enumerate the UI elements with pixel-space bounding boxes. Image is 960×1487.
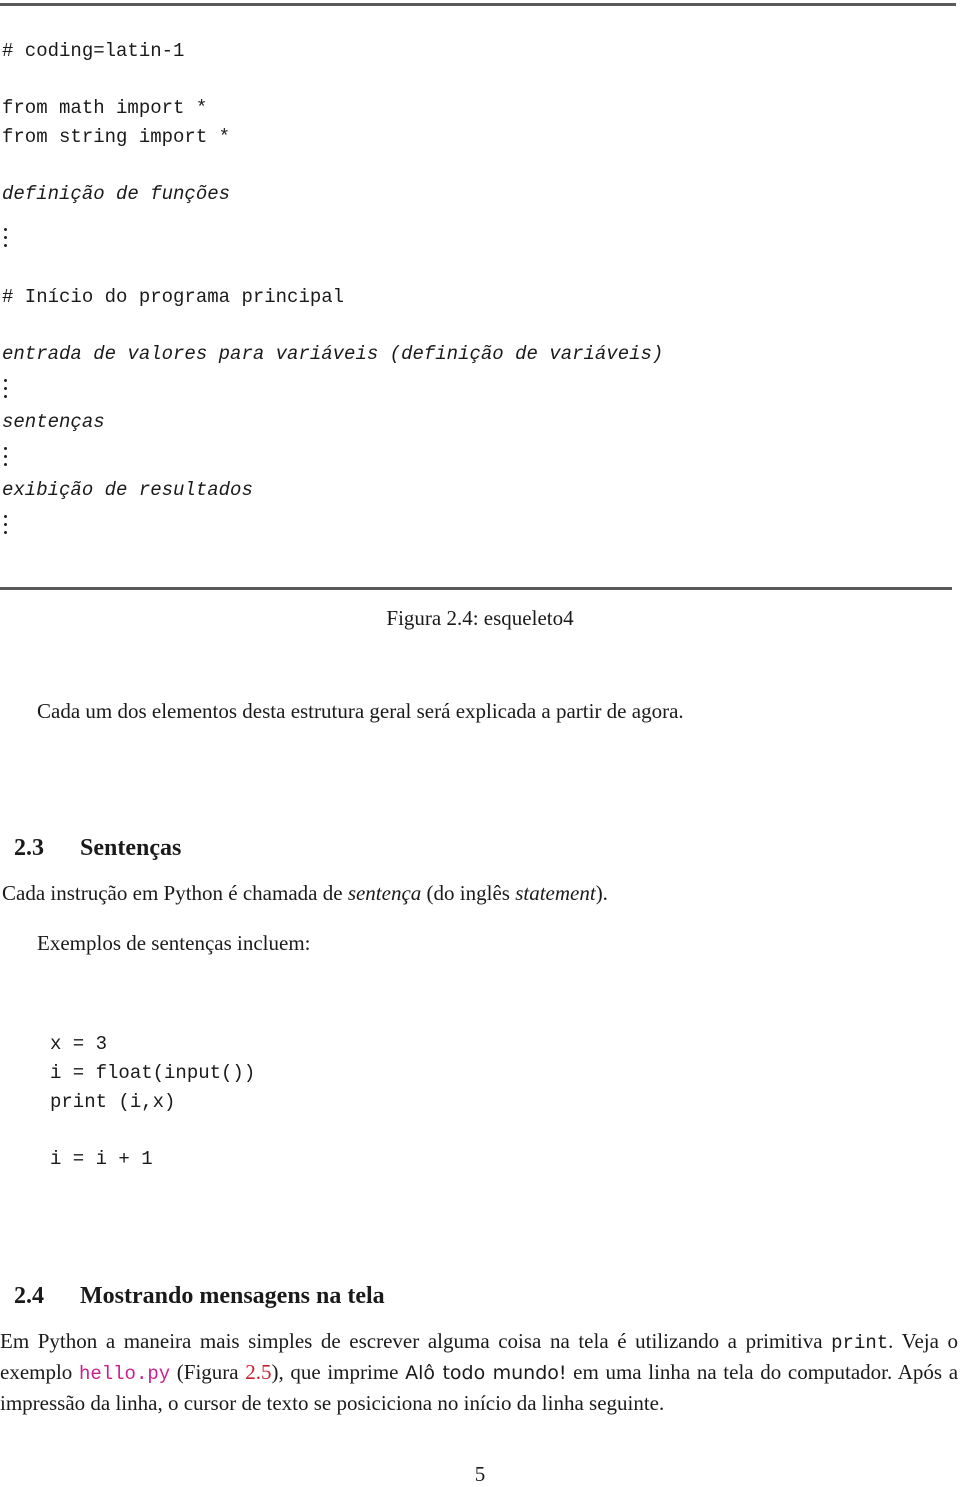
file-link-hello-py[interactable]: hello.py	[79, 1363, 170, 1385]
code-line-main-comment: # Início do programa principal	[2, 286, 345, 308]
vertical-ellipsis-icon	[4, 447, 8, 471]
intro-paragraph: Cada um dos elementos desta estrutura ge…	[37, 699, 684, 723]
page-number: 5	[474, 1462, 486, 1486]
section-title: Mostrando mensagens na tela	[80, 1283, 385, 1309]
figure-top-rule	[0, 3, 956, 6]
vertical-ellipsis-icon	[4, 228, 8, 252]
output-text-sample: Alô todo mundo!	[405, 1362, 567, 1384]
code-line-function-definitions: definição de funções	[2, 183, 231, 205]
emphasis-term: statement	[515, 881, 596, 905]
code-line-output-results: exibição de resultados	[2, 479, 253, 501]
example-code-line: i = i + 1	[50, 1148, 153, 1170]
code-line-import-math: from math import *	[2, 97, 208, 119]
text-run: (do inglês	[421, 881, 516, 905]
figure-reference-link[interactable]: 2.5	[245, 1360, 271, 1384]
paragraph-sentenca-definition: Cada instrução em Python é chamada de se…	[2, 881, 608, 906]
section-number: 2.3	[14, 835, 44, 861]
section-heading-2-3: 2.3 Sentenças	[2, 808, 181, 862]
code-line-coding: # coding=latin-1	[2, 40, 185, 62]
example-code-line: print (i,x)	[50, 1091, 176, 1113]
text-run: ), que imprime	[271, 1360, 406, 1384]
vertical-ellipsis-icon	[4, 379, 8, 403]
emphasis-term: sentença	[347, 881, 422, 905]
text-run: (Figura	[170, 1360, 246, 1384]
code-line-import-string: from string import *	[2, 126, 231, 148]
example-code-line: i = float(input())	[50, 1062, 256, 1084]
section-title: Sentenças	[80, 835, 182, 861]
figure-caption: Figura 2.4: esqueleto4	[386, 606, 574, 630]
text-run: Em Python a maneira mais simples de escr…	[0, 1329, 832, 1353]
code-line-input-values: entrada de valores para variáveis (defin…	[2, 343, 664, 365]
figure-bottom-rule	[0, 587, 952, 590]
text-run: Cada instrução em Python é chamada de	[2, 881, 348, 905]
code-line-statements: sentenças	[2, 411, 105, 433]
paragraph-print-explanation: Em Python a maneira mais simples de escr…	[0, 1327, 958, 1418]
section-number: 2.4	[14, 1283, 44, 1309]
text-run: ).	[595, 881, 608, 905]
section-heading-2-4: 2.4 Mostrando mensagens na tela	[2, 1256, 385, 1310]
vertical-ellipsis-icon	[4, 515, 8, 539]
paragraph-examples-intro: Exemplos de sentenças incluem:	[37, 931, 311, 955]
example-code-line: x = 3	[50, 1033, 108, 1055]
inline-code-print: print	[831, 1332, 889, 1354]
